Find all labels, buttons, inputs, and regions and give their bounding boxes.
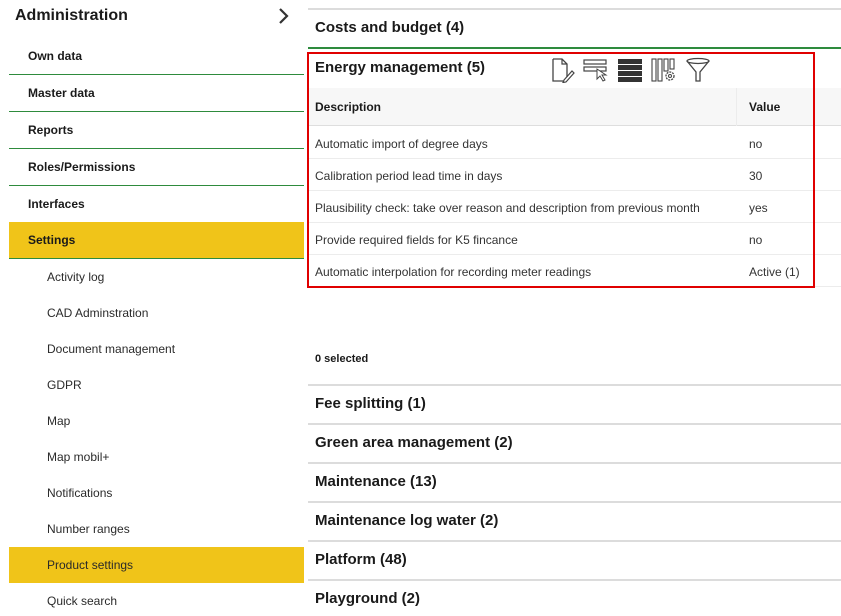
sidebar-item-label: Own data [28,49,83,63]
section-title[interactable]: Maintenance (13) [315,473,437,490]
sidebar-subitem-quick-search[interactable]: Quick search [9,583,304,616]
sidebar-subitem-label: Notifications [47,486,113,500]
section-title-energy-management[interactable]: Energy management (5) [315,59,485,76]
column-settings-icon[interactable] [650,56,678,84]
row-value: 30 [749,169,763,183]
select-row-icon[interactable] [582,56,610,84]
table-row[interactable]: Automatic interpolation for recording me… [308,255,841,287]
section-maintenance-log-water[interactable]: Maintenance log water (2) [308,501,841,540]
table-row[interactable]: Automatic import of degree days no [308,127,841,159]
sidebar-subitem-label: Quick search [47,594,118,608]
sidebar-subitem-label: Activity log [47,270,105,284]
row-description: Automatic import of degree days [315,137,488,151]
column-header-description[interactable]: Description [315,100,381,114]
sidebar-item-label: Settings [28,233,76,247]
section-title[interactable]: Green area management (2) [315,434,513,451]
section-title[interactable]: Playground (2) [315,590,420,607]
sidebar-item-label: Reports [28,123,74,137]
sidebar-subitem-label: Map mobil+ [47,450,110,464]
sidebar-subitem-notifications[interactable]: Notifications [9,475,304,511]
table-row[interactable]: Plausibility check: take over reason and… [308,191,841,223]
edit-document-icon[interactable] [548,56,576,84]
list-density-icon[interactable] [616,56,644,84]
sidebar-header: Administration [0,0,304,36]
sidebar-item-own-data[interactable]: Own data [9,38,304,75]
row-value: no [749,137,763,151]
chevron-right-icon[interactable] [276,6,292,26]
section-fee-splitting[interactable]: Fee splitting (1) [308,384,841,423]
section-platform[interactable]: Platform (48) [308,540,841,579]
section-maintenance[interactable]: Maintenance (13) [308,462,841,501]
sidebar-subitem-gdpr[interactable]: GDPR [9,367,304,403]
sidebar-subitem-number-ranges[interactable]: Number ranges [9,511,304,547]
sidebar-subitem-product-settings[interactable]: Product settings [9,547,304,583]
sidebar-item-label: Roles/Permissions [28,160,136,174]
sidebar-item-settings[interactable]: Settings [9,222,304,259]
table-toolbar [548,55,712,85]
table-header: Description Value [308,88,841,126]
sidebar-subitem-activity-log[interactable]: Activity log [9,259,304,295]
section-title[interactable]: Platform (48) [315,551,407,568]
table-row[interactable]: Provide required fields for K5 fincance … [308,223,841,255]
row-value: Active (1) [749,265,800,279]
sidebar-subitem-map-mobil[interactable]: Map mobil+ [9,439,304,475]
section-title[interactable]: Maintenance log water (2) [315,512,498,529]
selected-count: 0 selected [315,353,369,365]
sidebar-item-interfaces[interactable]: Interfaces [9,186,304,223]
row-description: Provide required fields for K5 fincance [315,233,518,247]
sidebar-title: Administration [15,7,128,24]
sidebar-subitem-label: Document management [47,342,176,356]
section-title[interactable]: Costs and budget (4) [315,19,464,36]
sidebar-subitem-label: CAD Adminstration [47,306,149,320]
sidebar-item-roles-permissions[interactable]: Roles/Permissions [9,149,304,186]
sidebar-subitem-label: Number ranges [47,522,130,536]
row-description: Automatic interpolation for recording me… [315,265,592,279]
sidebar-subitem-label: GDPR [47,378,82,392]
section-playground[interactable]: Playground (2) [308,579,841,616]
sidebar-subitem-label: Map [47,414,71,428]
row-value: no [749,233,763,247]
sidebar-item-label: Master data [28,86,95,100]
column-divider [736,88,737,126]
sidebar-subitem-map[interactable]: Map [9,403,304,439]
row-description: Calibration period lead time in days [315,169,503,183]
table-row[interactable]: Calibration period lead time in days 30 [308,159,841,191]
section-title[interactable]: Fee splitting (1) [315,395,426,412]
section-costs-and-budget[interactable]: Costs and budget (4) [308,8,841,49]
sidebar-item-label: Interfaces [28,197,85,211]
row-description: Plausibility check: take over reason and… [315,201,700,215]
sidebar-subitem-document-management[interactable]: Document management [9,331,304,367]
main-content: Costs and budget (4) Energy management (… [307,0,841,616]
section-green-area-management[interactable]: Green area management (2) [308,423,841,462]
column-header-value[interactable]: Value [749,100,780,114]
sidebar: Administration Own data Master data Repo… [0,0,304,616]
sidebar-subitem-cad-administration[interactable]: CAD Adminstration [9,295,304,331]
sidebar-subitem-label: Product settings [47,558,134,572]
sidebar-item-master-data[interactable]: Master data [9,75,304,112]
row-value: yes [749,201,768,215]
sidebar-item-reports[interactable]: Reports [9,112,304,149]
filter-icon[interactable] [684,56,712,84]
